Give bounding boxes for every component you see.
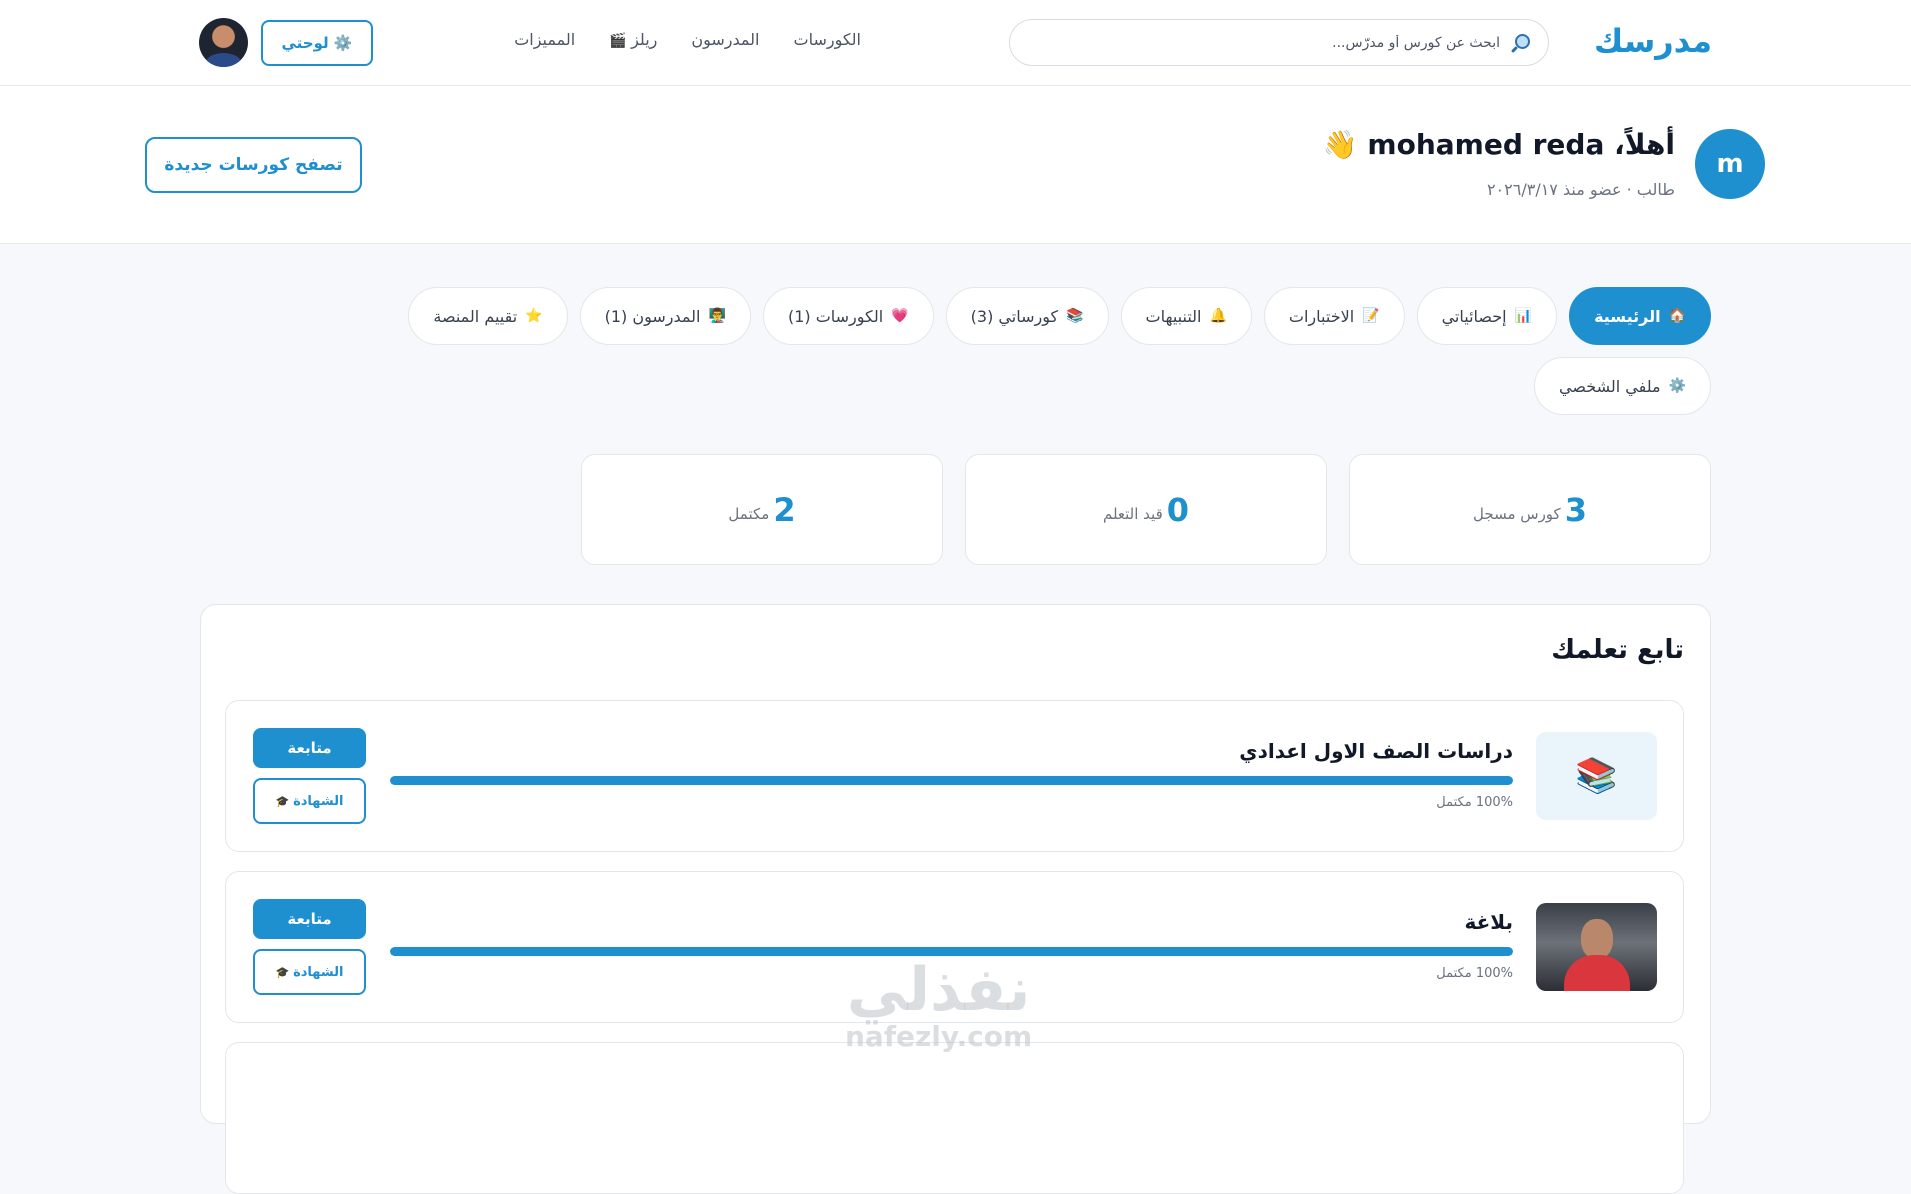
course-title[interactable]: دراسات الصف الاول اعدادي: [1239, 739, 1513, 763]
tab-label: الرئيسية: [1594, 306, 1661, 326]
continue-button[interactable]: متابعة: [253, 899, 366, 939]
tab-label: التنبيهات: [1145, 306, 1202, 326]
nav-link-teachers[interactable]: المدرسون: [691, 30, 759, 49]
home-icon: 🏠: [1668, 308, 1686, 324]
progress-text: 100% مكتمل: [1436, 795, 1513, 810]
stat-label: مكتمل: [728, 504, 770, 523]
bell-icon: 🔔: [1209, 308, 1227, 324]
progress-fill: [390, 947, 1513, 956]
section-title: تابع تعلمك: [1551, 635, 1684, 665]
progress-text: 100% مكتمل: [1436, 966, 1513, 981]
books-icon: 📚: [1066, 308, 1084, 324]
profile-greeting: أهلاً، mohamed reda 👋: [1322, 128, 1675, 161]
tab-teachers[interactable]: 👨‍🏫 المدرسون (1): [579, 287, 751, 345]
tab-label: كورساتي (3): [970, 306, 1059, 326]
tab-my-courses[interactable]: 📚 كورساتي (3): [945, 287, 1109, 345]
course-card: [225, 1042, 1684, 1194]
tab-profile[interactable]: ⚙️ ملفي الشخصي: [1534, 357, 1711, 415]
profile-avatar: m: [1695, 129, 1765, 199]
nav-link-reels[interactable]: ريلز: [609, 30, 657, 49]
nav-link-courses[interactable]: الكورسات: [794, 30, 862, 49]
tab-label: تقييم المنصة: [433, 306, 518, 326]
search-bar[interactable]: [1009, 19, 1549, 66]
stat-completed: 2 مكتمل: [581, 454, 943, 565]
memo-icon: 📝: [1362, 308, 1380, 324]
top-navbar: مدرسك الكورسات المدرسون ريلز المميزات ⚙️…: [0, 0, 1911, 86]
course-title[interactable]: بلاغة: [1465, 910, 1514, 934]
progress-fill: [390, 776, 1513, 785]
teacher-photo-body: [1564, 955, 1630, 991]
dashboard-tabs: 🏠 الرئيسية 📊 إحصائياتي 📝 الاختبارات 🔔 التنبي…: [371, 287, 1711, 415]
tab-label: الاختبارات: [1288, 306, 1355, 326]
stats-cards: 3 كورس مسجل 0 قيد التعلم 2 مكتمل: [581, 454, 1711, 565]
stat-label: كورس مسجل: [1473, 504, 1561, 523]
tab-label: ملفي الشخصي: [1559, 376, 1661, 396]
course-thumbnail[interactable]: 📚: [1536, 732, 1657, 820]
browse-courses-button[interactable]: تصفح كورسات جديدة: [145, 137, 362, 193]
certificate-button[interactable]: الشهادة: [253, 949, 366, 995]
site-logo[interactable]: مدرسك: [1594, 22, 1712, 60]
search-input[interactable]: [1026, 34, 1500, 51]
search-icon: [1510, 32, 1532, 54]
tab-rate-platform[interactable]: ⭐ تقييم المنصة: [408, 287, 568, 345]
teacher-icon: 👨‍🏫: [708, 308, 726, 324]
tab-notifications[interactable]: 🔔 التنبيهات: [1120, 287, 1252, 345]
continue-button[interactable]: متابعة: [253, 728, 366, 768]
nav-link-features[interactable]: المميزات: [514, 30, 575, 49]
star-icon: ⭐: [525, 308, 543, 324]
tab-courses[interactable]: 💗 الكورسات (1): [762, 287, 934, 345]
course-card: 📚 دراسات الصف الاول اعدادي 100% مكتمل مت…: [225, 700, 1684, 852]
teacher-photo-face: [1581, 919, 1613, 959]
stat-value: 0: [1166, 490, 1190, 529]
tab-exams[interactable]: 📝 الاختبارات: [1263, 287, 1405, 345]
stat-enrolled: 3 كورس مسجل: [1349, 454, 1711, 565]
stat-value: 3: [1564, 490, 1587, 529]
stat-in-progress: 0 قيد التعلم: [965, 454, 1327, 565]
profile-meta: طالب · عضو منذ ٢٠٢٦/٣/١٧: [1486, 180, 1675, 199]
progress-bar: [390, 947, 1513, 956]
tab-label: المدرسون (1): [604, 306, 701, 326]
profile-header: m أهلاً، mohamed reda 👋 طالب · عضو منذ ٢…: [0, 86, 1911, 244]
tab-label: إحصائياتي: [1441, 306, 1507, 326]
certificate-button[interactable]: الشهادة: [253, 778, 366, 824]
continue-learning-panel: تابع تعلمك 📚 دراسات الصف الاول اعدادي 10…: [200, 604, 1711, 1194]
chart-icon: 📊: [1514, 308, 1533, 324]
nav-link-reels-label: ريلز: [631, 30, 658, 49]
progress-bar: [390, 776, 1513, 785]
nav-links: الكورسات المدرسون ريلز المميزات: [514, 30, 861, 49]
course-thumbnail[interactable]: [1536, 903, 1657, 991]
dashboard-button[interactable]: ⚙️ لوحتي: [261, 20, 373, 66]
gear-icon: ⚙️: [1668, 378, 1686, 394]
heart-icon: 💗: [891, 308, 909, 324]
stat-label: قيد التعلم: [1102, 504, 1163, 523]
tab-label: الكورسات (1): [787, 306, 884, 326]
stat-value: 2: [773, 490, 796, 529]
books-icon: 📚: [1575, 756, 1618, 796]
user-avatar[interactable]: [199, 18, 248, 67]
course-card: بلاغة 100% مكتمل متابعة الشهادة: [225, 871, 1684, 1023]
tab-home[interactable]: 🏠 الرئيسية: [1569, 287, 1711, 345]
tab-stats[interactable]: 📊 إحصائياتي: [1416, 287, 1558, 345]
